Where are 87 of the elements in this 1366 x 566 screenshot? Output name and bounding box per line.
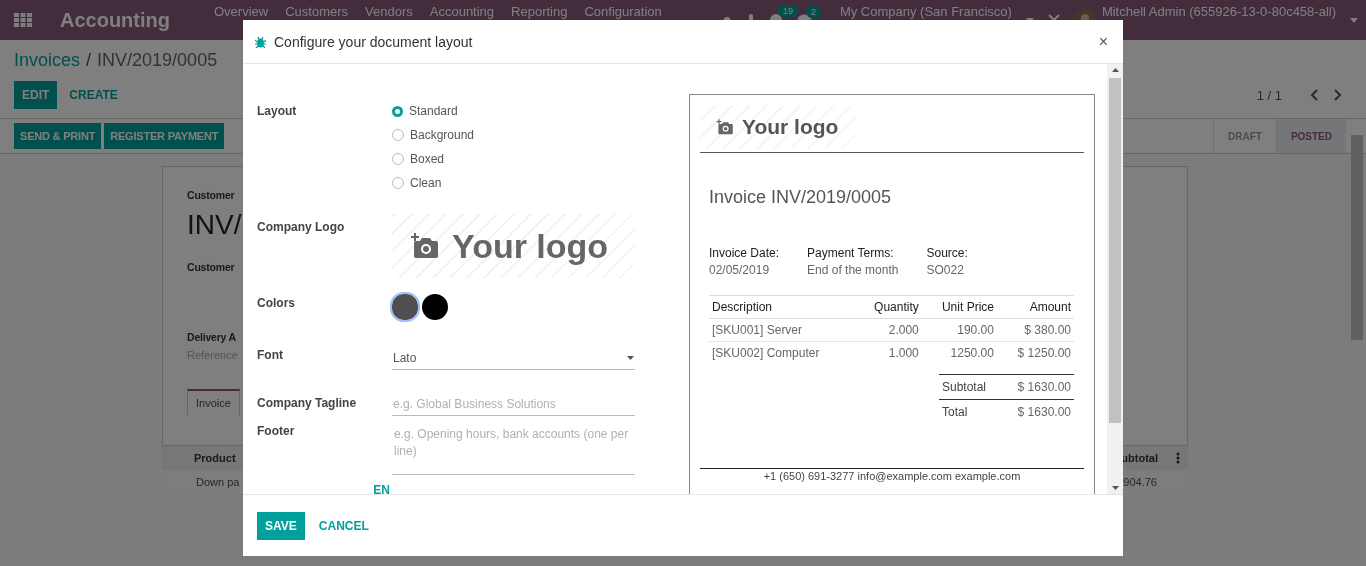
bug-icon: [255, 35, 266, 48]
total-value: $ 1630.00: [1017, 380, 1071, 394]
field-label: Colors: [257, 296, 296, 312]
radio-label[interactable]: Clean: [410, 176, 442, 190]
kebab-icon[interactable]: [1176, 452, 1180, 464]
table-cell: [SKU001] Server: [709, 318, 856, 342]
total-label: Total: [942, 405, 968, 419]
breadcrumb-link[interactable]: Invoices: [14, 50, 81, 71]
app-title[interactable]: Accounting: [60, 8, 170, 32]
radio-label[interactable]: Boxed: [410, 152, 445, 166]
create-button[interactable]: CREATE: [61, 81, 126, 109]
field-label: Customer: [187, 189, 235, 201]
breadcrumb-current: INV/2019/0005: [97, 50, 218, 71]
radio-button[interactable]: [392, 105, 403, 117]
logo-placeholder-text: Your logo: [452, 226, 609, 266]
column-header: Unit Price: [921, 295, 997, 319]
status-step[interactable]: POSTED: [1275, 119, 1346, 153]
add-photo-icon: [716, 119, 734, 135]
field-label: Footer: [257, 424, 296, 440]
invoice-number: INV/: [187, 209, 242, 241]
color-swatch[interactable]: [422, 294, 448, 320]
save-button[interactable]: SAVE: [257, 511, 305, 540]
header-button[interactable]: SEND & PRINT: [14, 123, 102, 149]
table-cell: $ 380.00: [996, 318, 1074, 342]
activity-count: 19: [777, 5, 798, 17]
company-switcher[interactable]: My Company (San Francisco): [839, 0, 1012, 19]
dialog-title: Configure your document layout: [274, 33, 473, 50]
message-count: 2: [805, 5, 821, 18]
menu-item[interactable]: Overview: [214, 4, 269, 19]
notebook-tab[interactable]: Invoice: [187, 389, 240, 415]
font-select[interactable]: Lato: [392, 348, 635, 370]
field-label: Font: [257, 348, 284, 364]
column-header[interactable]: ubtotal: [1121, 452, 1158, 464]
field-label: Company Tagline: [257, 396, 358, 412]
language-button[interactable]: EN: [373, 483, 390, 494]
table-cell: Down pa: [196, 476, 240, 488]
logo-upload[interactable]: Your logo: [392, 214, 635, 278]
menu-item[interactable]: Accounting: [429, 4, 495, 19]
column-header: Amount: [996, 295, 1074, 319]
table-cell: [SKU002] Computer: [709, 341, 856, 364]
cancel-button[interactable]: CANCEL: [310, 511, 377, 540]
field-label: Delivery A: [187, 331, 236, 343]
info-label: Invoice Date:: [709, 246, 780, 260]
document-title: Invoice INV/2019/0005: [709, 187, 893, 208]
color-swatch[interactable]: [392, 294, 418, 320]
field-label: Company Logo: [257, 220, 346, 236]
scrollbar[interactable]: [1351, 135, 1363, 340]
previous-icon[interactable]: [1310, 89, 1318, 101]
total-value: $ 1630.00: [1017, 405, 1071, 419]
info-value: SO022: [926, 263, 965, 277]
breadcrumb-separator: /: [86, 50, 92, 71]
table-cell: $ 1250.00: [996, 341, 1074, 364]
scrollbar[interactable]: [1107, 64, 1123, 494]
menu-item[interactable]: Customers: [285, 4, 349, 19]
menu-item[interactable]: Configuration: [584, 4, 662, 19]
info-label: Payment Terms:: [807, 246, 895, 260]
radio-label[interactable]: Standard: [409, 104, 458, 118]
column-header: Description: [709, 295, 856, 319]
field-label: Layout: [257, 104, 298, 120]
header-button[interactable]: REGISTER PAYMENT: [104, 123, 225, 149]
info-value: End of the month: [807, 263, 899, 277]
column-header[interactable]: Product: [194, 452, 236, 464]
scroll-up-icon[interactable]: [1111, 68, 1119, 72]
total-label: Subtotal: [942, 380, 987, 394]
document-footer: +1 (650) 691-3277 info@example.com example.com: [763, 470, 1021, 482]
table-cell: 1.000: [856, 341, 922, 364]
column-header: Quantity: [856, 295, 922, 319]
field-label: Customer: [187, 261, 235, 273]
caret-icon: [627, 356, 634, 360]
menu-item[interactable]: Reporting: [511, 4, 568, 19]
radio-label[interactable]: Background: [410, 128, 475, 142]
menu-item[interactable]: Vendors: [365, 4, 413, 19]
user-menu[interactable]: Mitchell Admin (655926-13-0-80c458-all): [1101, 0, 1336, 19]
table-cell: 190.00: [921, 318, 997, 342]
table-cell: 904.76: [1123, 476, 1157, 488]
next-icon[interactable]: [1334, 89, 1342, 101]
pager-value: 1 / 1: [1256, 87, 1282, 103]
add-photo-icon: [410, 233, 440, 259]
info-label: Source:: [926, 246, 968, 260]
info-value: 02/05/2019: [709, 263, 771, 277]
table-cell: 1250.00: [921, 341, 997, 364]
apps-menu-icon[interactable]: [14, 13, 32, 27]
scroll-down-icon[interactable]: [1111, 486, 1119, 490]
table-cell: 2.000: [856, 318, 922, 342]
edit-button[interactable]: EDIT: [14, 81, 58, 109]
close-button[interactable]: ×: [1095, 32, 1111, 51]
logo-text: Your logo: [742, 115, 839, 139]
